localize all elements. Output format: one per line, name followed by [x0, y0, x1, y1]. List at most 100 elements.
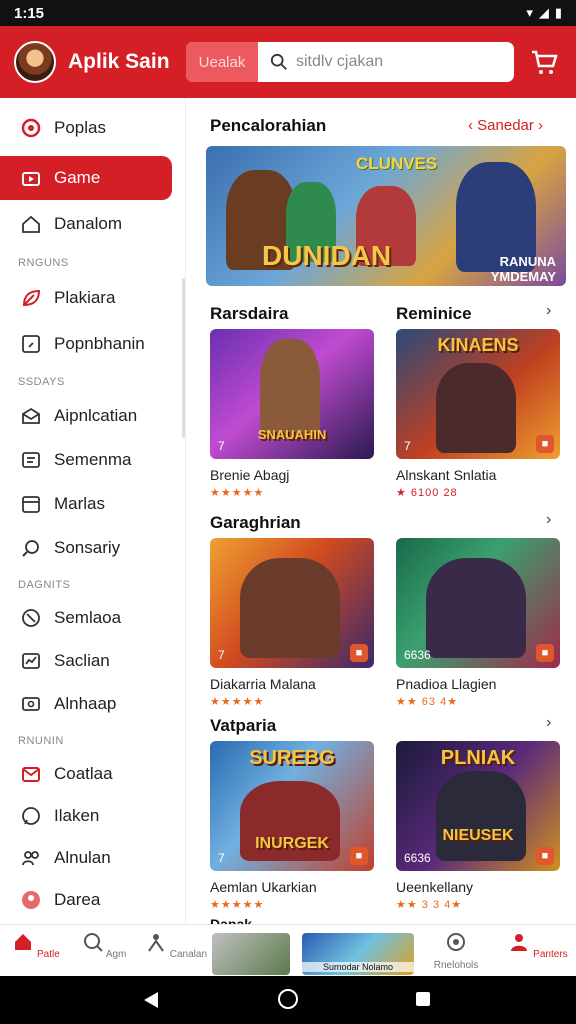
chevron-right-icon[interactable]: › — [546, 302, 551, 320]
nav-thumbnail-caption: Sumodar Nolamo — [302, 962, 414, 972]
sidebar-item-label: Alnhaap — [54, 694, 117, 713]
game-card-name: Brenie Abagj — [210, 467, 290, 483]
sidebar-item-popnbhanin[interactable]: Popnbhanin — [0, 322, 172, 366]
target-icon — [21, 118, 41, 138]
search-category-tag[interactable]: Uealak — [186, 42, 258, 82]
game-card[interactable]: 7 ■ Diakarria Malana ★★★★★ — [210, 538, 374, 708]
sidebar-item-marlas[interactable]: Marlas — [0, 482, 172, 526]
nav-thumbnail[interactable] — [212, 933, 290, 975]
sidebar-item-saclian[interactable]: Saclian — [0, 639, 172, 683]
banner-tag: RANUNA YMDEMAY — [490, 254, 556, 284]
sidebar-item-alnulan[interactable]: Alnulan — [0, 836, 172, 880]
sidebar-scrollbar[interactable] — [182, 278, 185, 438]
envelope-icon — [22, 767, 40, 782]
compass-icon — [22, 609, 40, 627]
nav-item-label: Agm — [105, 949, 127, 960]
game-card-image: 7 ■ — [210, 538, 374, 668]
sidebar-item-label: Saclian — [54, 651, 110, 670]
sidebar-item-label: Darea — [54, 890, 101, 909]
sidebar-item-plakiara[interactable]: Plakiara — [0, 276, 172, 320]
search-input[interactable]: sitdlv cjakan — [296, 53, 383, 71]
sidebar-item-sonsariy[interactable]: Sonsariy — [0, 526, 172, 570]
card-count: 6636 — [404, 851, 431, 865]
featured-banner[interactable]: CLUNVES DUNIDAN RANUNA YMDEMAY — [206, 146, 566, 286]
status-icons: ▾ ◢ ▮ — [526, 5, 562, 21]
avatar[interactable] — [14, 41, 56, 83]
app-screen: 1:15 ▾ ◢ ▮ Aplik Sain Uealak sitdlv cjak… — [0, 0, 576, 1024]
sidebar-item-semlaoa[interactable]: Semlaoa — [0, 596, 172, 640]
game-card-rating: ★★ 63 4★ — [396, 696, 459, 708]
game-card[interactable]: 6636 ■ Pnadioa Llagien ★★ 63 4★ — [396, 538, 560, 708]
card-art-text: SNAUAHIN — [257, 427, 327, 442]
nav-item-label: Canalan — [169, 949, 208, 960]
sidebar-item-label: Semlaoa — [54, 608, 122, 627]
sidebar-heading: SSDAYS — [18, 376, 65, 388]
card-count: 6636 — [404, 648, 431, 662]
featured-see-all-link[interactable]: ‹ Sanedar › — [468, 117, 543, 134]
search-bar[interactable]: Uealak sitdlv cjakan — [186, 42, 514, 82]
signal-icon: ◢ — [538, 5, 549, 20]
nav-item-rnelohols[interactable]: Rnelohols — [424, 931, 488, 971]
back-icon[interactable] — [144, 992, 158, 1008]
card-count: 7 — [404, 439, 411, 453]
nav-item-agm[interactable]: Agm — [72, 931, 136, 960]
nav-item-patle[interactable]: Patle — [4, 931, 68, 960]
sidebar-item-label: Aipnlcatian — [54, 406, 138, 425]
game-card[interactable]: SNAUAHIN 7 Brenie Abagj ★★★★★ — [210, 329, 374, 499]
card-art-text: PLNIAK — [440, 747, 516, 769]
game-card-rating: ★★★★★ — [210, 696, 265, 708]
home-icon — [22, 215, 40, 233]
sidebar-item-label: Ilaken — [54, 806, 100, 825]
game-card-image: SNAUAHIN 7 — [210, 329, 374, 459]
home-circle-icon[interactable] — [278, 989, 298, 1009]
sidebar-item-alnhaap[interactable]: Alnhaap — [0, 682, 172, 726]
sidebar-item-label: Alnulan — [54, 848, 111, 867]
calendar-icon — [22, 496, 40, 513]
cart-icon[interactable] — [528, 46, 560, 78]
sidebar-item-semenma[interactable]: Semenma — [0, 438, 172, 482]
sidebar-item-label: Semenma — [54, 450, 132, 469]
settings-icon — [447, 933, 465, 951]
home-icon — [15, 934, 32, 950]
card-character — [436, 363, 516, 453]
banner-subtitle: CLUNVES — [356, 154, 438, 173]
card-count: 7 — [218, 851, 225, 865]
link-icon — [22, 697, 40, 711]
nav-item-panters[interactable]: Panters — [506, 931, 570, 960]
game-card[interactable]: SUREBG INURGEK 7 ■ Aemlan Ukarkian ★★★★★ — [210, 741, 374, 911]
sidebar-item-game[interactable]: Game — [0, 156, 172, 200]
nav-thumbnail[interactable]: Sumodar Nolamo — [302, 933, 414, 975]
main-content: Pencalorahian ‹ Sanedar › CLUNVES DUNIDA… — [192, 98, 576, 924]
sidebar-item-label: Sonsariy — [54, 538, 121, 557]
card-character — [240, 558, 340, 658]
sidebar: Poplas Game Danalom RNGUNS Plakiara Popn… — [0, 98, 186, 924]
sidebar-item-darea[interactable]: Darea — [0, 878, 172, 922]
sidebar-item-poplas[interactable]: Poplas — [0, 106, 172, 150]
card-art-text: KINAENS — [437, 335, 519, 355]
featured-link-label: Sanedar — [477, 117, 534, 134]
section-title: Reminice — [396, 304, 472, 323]
chevron-right-icon[interactable]: › — [546, 511, 551, 529]
sidebar-item-coatlaa[interactable]: Coatlaa — [0, 752, 172, 796]
sidebar-item-aipnlcatian[interactable]: Aipnlcatian — [0, 394, 172, 438]
recents-icon[interactable] — [416, 992, 430, 1006]
nav-item-canalan[interactable]: Canalan — [144, 931, 208, 960]
game-card-image: PLNIAK NIEUSEK 6636 ■ — [396, 741, 560, 871]
card-character — [260, 339, 320, 439]
game-card-rating: ★★★★★ — [210, 899, 265, 911]
sidebar-item-danalom[interactable]: Danalom — [0, 202, 172, 246]
search-circle-icon — [22, 540, 39, 557]
card-badge-icon: ■ — [350, 847, 368, 865]
game-card-rating: ★★ 3 3 4★ — [396, 899, 463, 911]
search-icon — [83, 933, 103, 952]
game-card[interactable]: KINAENS 7 ■ Alnskant Snlatia ★ 6100 28 — [396, 329, 560, 499]
sidebar-item-label: Poplas — [54, 118, 106, 137]
sidebar-item-ilaken[interactable]: Ilaken — [0, 794, 172, 838]
status-time: 1:15 — [14, 4, 45, 22]
leaf-icon — [22, 289, 41, 307]
app-title: Aplik Sain — [68, 50, 170, 73]
game-card[interactable]: PLNIAK NIEUSEK 6636 ■ Ueenkellany ★★ 3 3… — [396, 741, 560, 911]
card-badge-icon: ■ — [536, 435, 554, 453]
chevron-right-icon[interactable]: › — [546, 714, 551, 732]
list-icon — [22, 452, 40, 468]
